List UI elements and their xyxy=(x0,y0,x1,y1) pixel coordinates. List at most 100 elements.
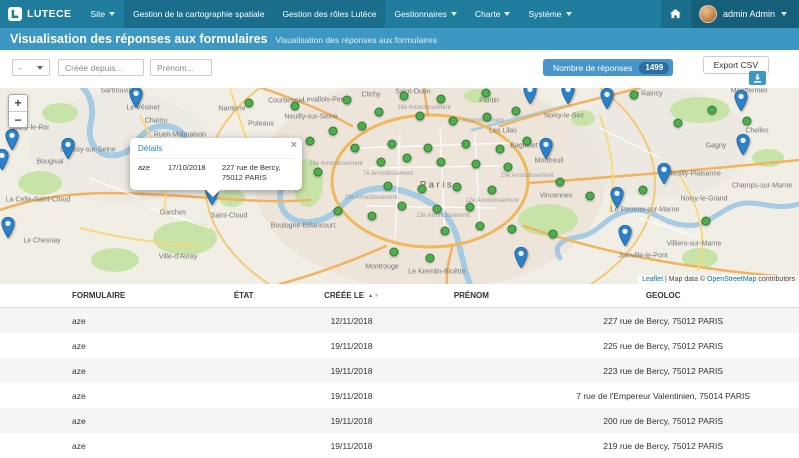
green-response-marker[interactable] xyxy=(400,92,409,101)
state-filter-select[interactable]: - xyxy=(12,59,50,76)
green-response-marker[interactable] xyxy=(343,96,352,105)
green-response-marker[interactable] xyxy=(482,89,491,98)
green-response-marker[interactable] xyxy=(375,108,384,117)
green-response-marker[interactable] xyxy=(306,137,315,146)
green-response-marker[interactable] xyxy=(368,212,377,221)
green-response-marker[interactable] xyxy=(314,168,323,177)
zoom-in-button[interactable]: + xyxy=(9,95,27,111)
blue-pin-marker-icon[interactable] xyxy=(600,88,615,109)
nav-item-1[interactable]: Gestion de la cartographie spatiale xyxy=(124,0,273,28)
green-response-marker[interactable] xyxy=(388,140,397,149)
green-response-marker[interactable] xyxy=(496,145,505,154)
green-response-marker[interactable] xyxy=(523,137,532,146)
green-response-marker[interactable] xyxy=(508,225,517,234)
zoom-out-button[interactable]: − xyxy=(9,111,27,127)
popup-date: 17/10/2018 xyxy=(168,163,216,183)
nav-item-4[interactable]: Charte xyxy=(466,0,520,28)
green-response-marker[interactable] xyxy=(384,182,393,191)
green-response-marker[interactable] xyxy=(702,217,711,226)
user-menu[interactable]: admin Admin xyxy=(691,0,799,28)
cell-formulaire: aze xyxy=(0,408,200,433)
col-cree-le[interactable]: CRÉÉE LE▲▼ xyxy=(288,284,416,308)
green-response-marker[interactable] xyxy=(416,112,425,121)
green-response-marker[interactable] xyxy=(586,192,595,201)
nav-item-2[interactable]: Gestion des rôles Lutèce xyxy=(273,0,385,28)
green-response-marker[interactable] xyxy=(418,185,427,194)
blue-pin-marker-icon[interactable] xyxy=(610,187,625,208)
green-response-marker[interactable] xyxy=(449,117,458,126)
responses-count-button[interactable]: Nombre de réponses 1499 xyxy=(543,59,673,76)
leaflet-link[interactable]: Leaflet xyxy=(642,276,663,283)
green-response-marker[interactable] xyxy=(556,178,565,187)
blue-pin-marker-icon[interactable] xyxy=(514,247,529,268)
app-logo[interactable]: LUTECE xyxy=(0,0,81,28)
green-response-marker[interactable] xyxy=(426,254,435,263)
blue-pin-marker-icon[interactable] xyxy=(61,138,76,159)
blue-pin-marker-icon[interactable] xyxy=(0,149,10,170)
popup-row: aze 17/10/2018 227 rue de Bercy, 75012 P… xyxy=(138,158,294,183)
blue-pin-marker-icon[interactable] xyxy=(129,88,144,108)
green-response-marker[interactable] xyxy=(424,144,433,153)
green-response-marker[interactable] xyxy=(512,107,521,116)
blue-pin-marker-icon[interactable] xyxy=(561,88,576,104)
blue-pin-marker-icon[interactable] xyxy=(1,217,16,238)
page-title: Visualisation des réponses aux formulair… xyxy=(10,32,268,46)
blue-pin-marker-icon[interactable] xyxy=(539,138,554,159)
green-response-marker[interactable] xyxy=(549,230,558,239)
green-response-marker[interactable] xyxy=(472,160,481,169)
green-response-marker[interactable] xyxy=(433,205,442,214)
green-response-marker[interactable] xyxy=(437,158,446,167)
nav-item-label: Charte xyxy=(475,9,501,19)
col-prenom: PRÉNOM xyxy=(415,284,527,308)
download-button[interactable] xyxy=(749,71,766,85)
osm-link[interactable]: OpenStreetMap xyxy=(707,276,756,283)
green-response-marker[interactable] xyxy=(488,186,497,195)
blue-pin-marker-icon[interactable] xyxy=(523,88,538,104)
popup-geoloc: 227 rue de Bercy, 75012 PARIS xyxy=(222,163,294,183)
green-response-marker[interactable] xyxy=(630,91,639,100)
blue-pin-marker-icon[interactable] xyxy=(736,134,751,155)
green-response-marker[interactable] xyxy=(358,122,367,131)
green-response-marker[interactable] xyxy=(466,203,475,212)
green-response-marker[interactable] xyxy=(462,140,471,149)
green-response-marker[interactable] xyxy=(483,113,492,122)
green-response-marker[interactable] xyxy=(674,119,683,128)
sort-asc-icon[interactable]: ▲ xyxy=(368,293,373,299)
green-response-marker[interactable] xyxy=(476,222,485,231)
green-response-marker[interactable] xyxy=(441,227,450,236)
green-response-marker[interactable] xyxy=(291,102,300,111)
blue-pin-marker-icon[interactable] xyxy=(734,90,749,111)
navbar-right: admin Admin xyxy=(661,0,799,28)
date-filter-input[interactable] xyxy=(58,59,144,76)
green-response-marker[interactable] xyxy=(504,163,513,172)
green-response-marker[interactable] xyxy=(377,158,386,167)
green-response-marker[interactable] xyxy=(453,183,462,192)
green-response-marker[interactable] xyxy=(398,202,407,211)
green-response-marker[interactable] xyxy=(708,106,717,115)
chevron-down-icon xyxy=(37,66,43,70)
green-response-marker[interactable] xyxy=(245,99,254,108)
green-response-marker[interactable] xyxy=(639,186,648,195)
green-response-marker[interactable] xyxy=(437,95,446,104)
green-response-marker[interactable] xyxy=(329,127,338,136)
green-response-marker[interactable] xyxy=(743,117,752,126)
results-table: FORMULAIRE ÉTAT CRÉÉE LE▲▼ PRÉNOM GEOLOC… xyxy=(0,284,799,458)
green-response-marker[interactable] xyxy=(334,207,343,216)
green-response-marker[interactable] xyxy=(351,144,360,153)
green-response-marker[interactable] xyxy=(390,248,399,257)
firstname-filter-input[interactable] xyxy=(150,59,212,76)
nav-item-0[interactable]: Site xyxy=(81,0,124,28)
blue-pin-marker-icon[interactable] xyxy=(657,163,672,184)
map-canvas[interactable]: SartrouvilleMarly-le-RoiLe VésinetChatou… xyxy=(0,88,799,284)
sort-desc-icon[interactable]: ▼ xyxy=(374,293,379,299)
blue-pin-marker-icon[interactable] xyxy=(5,129,20,150)
page-subtitle: Visualisation des réponses aux formulair… xyxy=(276,35,437,45)
popup-close-icon[interactable]: × xyxy=(291,139,297,151)
nav-item-5[interactable]: Système xyxy=(519,0,580,28)
cell-formulaire: aze xyxy=(0,433,200,458)
home-button[interactable] xyxy=(661,0,691,28)
blue-pin-marker-icon[interactable] xyxy=(618,225,633,246)
nav-item-3[interactable]: Gestionnaires xyxy=(385,0,465,28)
green-response-marker[interactable] xyxy=(403,154,412,163)
nav-item-label: Site xyxy=(90,9,105,19)
